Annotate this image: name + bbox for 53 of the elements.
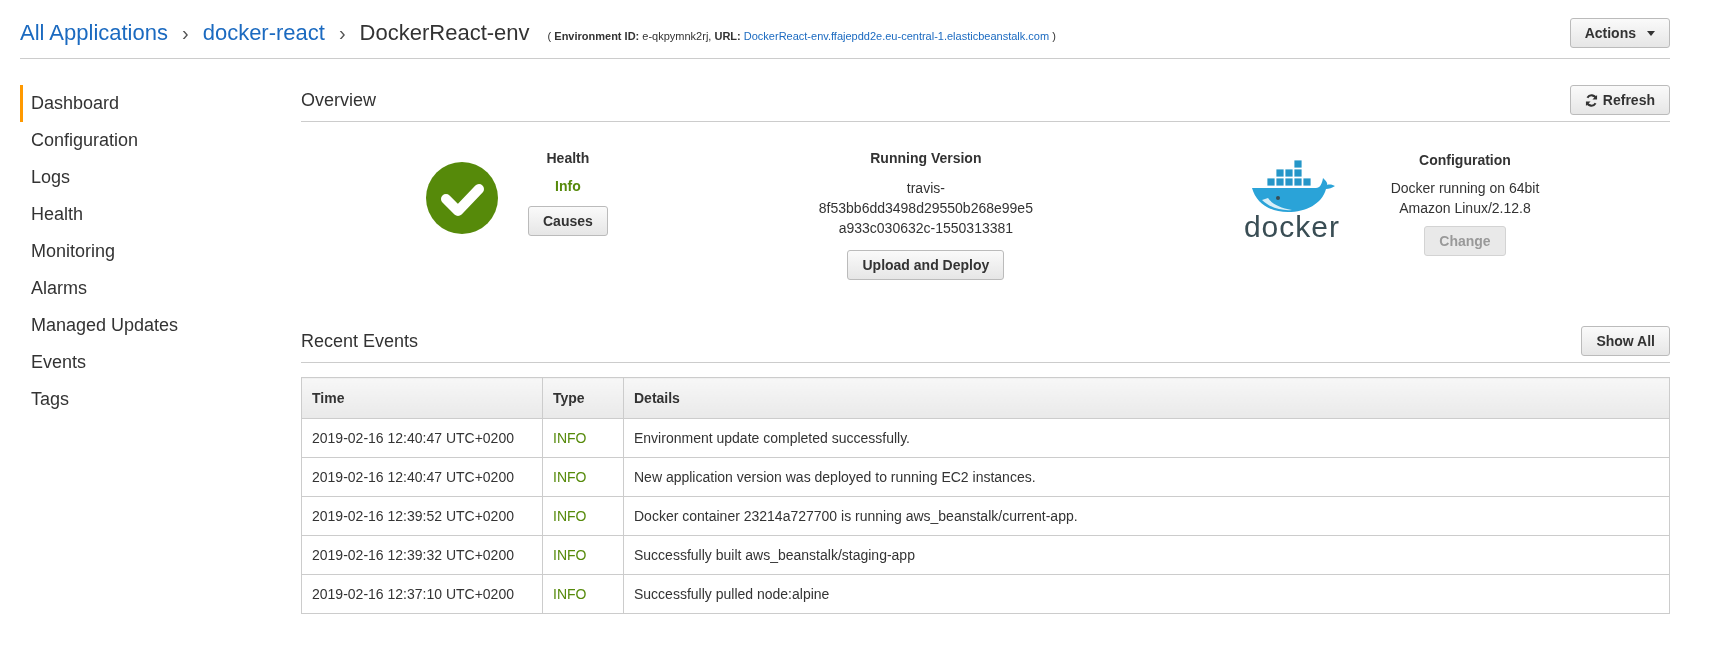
table-cell: Successfully pulled node:alpine — [623, 574, 1670, 614]
configuration-description: Docker running on 64bit Amazon Linux/2.12.8 — [1389, 179, 1541, 218]
breadcrumb-link[interactable]: docker-react — [202, 20, 325, 46]
section-title: Recent Events — [301, 330, 419, 352]
section-title: Overview — [301, 89, 376, 111]
sidebar-item[interactable]: Logs — [20, 159, 301, 196]
running-version-title: Running Version — [870, 150, 982, 166]
sidebar-item[interactable]: Alarms — [20, 270, 301, 307]
health-status: Info — [555, 178, 581, 194]
table-cell: INFO — [542, 418, 624, 458]
refresh-icon — [1584, 93, 1598, 107]
sidebar-item[interactable]: Events — [20, 344, 301, 381]
upload-and-deploy-button[interactable]: Upload and Deploy — [847, 250, 1005, 280]
sidebar-item[interactable]: Managed Updates — [20, 307, 301, 344]
environment-info: ( Environment ID: e-qkpymnk2rj, URL: DockerReact-env.ffajepdd2e.eu-central-1.elasticbeanstalk.com ) — [547, 30, 1056, 42]
breadcrumb-separator: › — [338, 22, 346, 45]
table-cell: INFO — [542, 496, 624, 536]
logo-wordmark: docker — [1243, 212, 1340, 242]
table-cell: INFO — [542, 574, 624, 614]
table-cell: 2019-02-16 12:39:52 UTC+0200 — [301, 496, 543, 536]
column-header: Details — [623, 377, 1670, 419]
table-cell: 2019-02-16 12:40:47 UTC+0200 — [301, 457, 543, 497]
sidebar-item[interactable]: Tags — [20, 381, 301, 418]
column-header: Type — [542, 377, 624, 419]
check-circle-icon — [426, 162, 498, 234]
refresh-button[interactable]: Refresh — [1569, 85, 1670, 115]
breadcrumb-separator: › — [182, 22, 189, 45]
caret-icon — [1647, 30, 1655, 36]
actions-button[interactable]: Actions — [1569, 18, 1670, 48]
version-label-line: a933c030632c-1550313381 — [837, 219, 1015, 238]
sidebar-item[interactable]: Monitoring — [20, 233, 301, 270]
version-label-line: 8f53bb6dd3498d29550b268e99e5 — [818, 199, 1033, 218]
table-cell: INFO — [542, 535, 624, 575]
table-cell: 2019-02-16 12:39:32 UTC+0200 — [301, 535, 543, 575]
sidebar-item[interactable]: Dashboard — [20, 85, 301, 122]
breadcrumb-current: DockerReact-env — [359, 20, 530, 46]
breadcrumb-link[interactable]: All Applications — [20, 20, 168, 46]
show-all-button[interactable]: Show All — [1581, 326, 1670, 356]
version-label-line: travis- — [905, 179, 946, 198]
table-cell: Environment update completed successfully. — [623, 418, 1670, 458]
table-cell: Docker container 23214a727700 is running aws_beanstalk/current-app. — [623, 496, 1670, 536]
table-cell: New application version was deployed to running EC2 instances. — [623, 457, 1670, 497]
sidebar-item[interactable]: Configuration — [20, 122, 301, 159]
table-cell: 2019-02-16 12:37:10 UTC+0200 — [301, 574, 543, 614]
sidebar-item[interactable]: Health — [20, 196, 301, 233]
health-title: Health — [546, 150, 590, 166]
configuration-title: Configuration — [1419, 151, 1511, 170]
table-cell: Successfully built aws_beanstalk/staging-app — [623, 535, 1670, 575]
environment-url-link[interactable]: DockerReact-env.ffajepdd2e.eu-central-1.elasticbeanstalk.com — [743, 30, 1050, 42]
causes-button[interactable]: Causes — [528, 206, 608, 236]
table-cell: INFO — [542, 457, 624, 497]
table-cell: 2019-02-16 12:40:47 UTC+0200 — [301, 418, 543, 458]
column-header: Time — [301, 377, 543, 419]
